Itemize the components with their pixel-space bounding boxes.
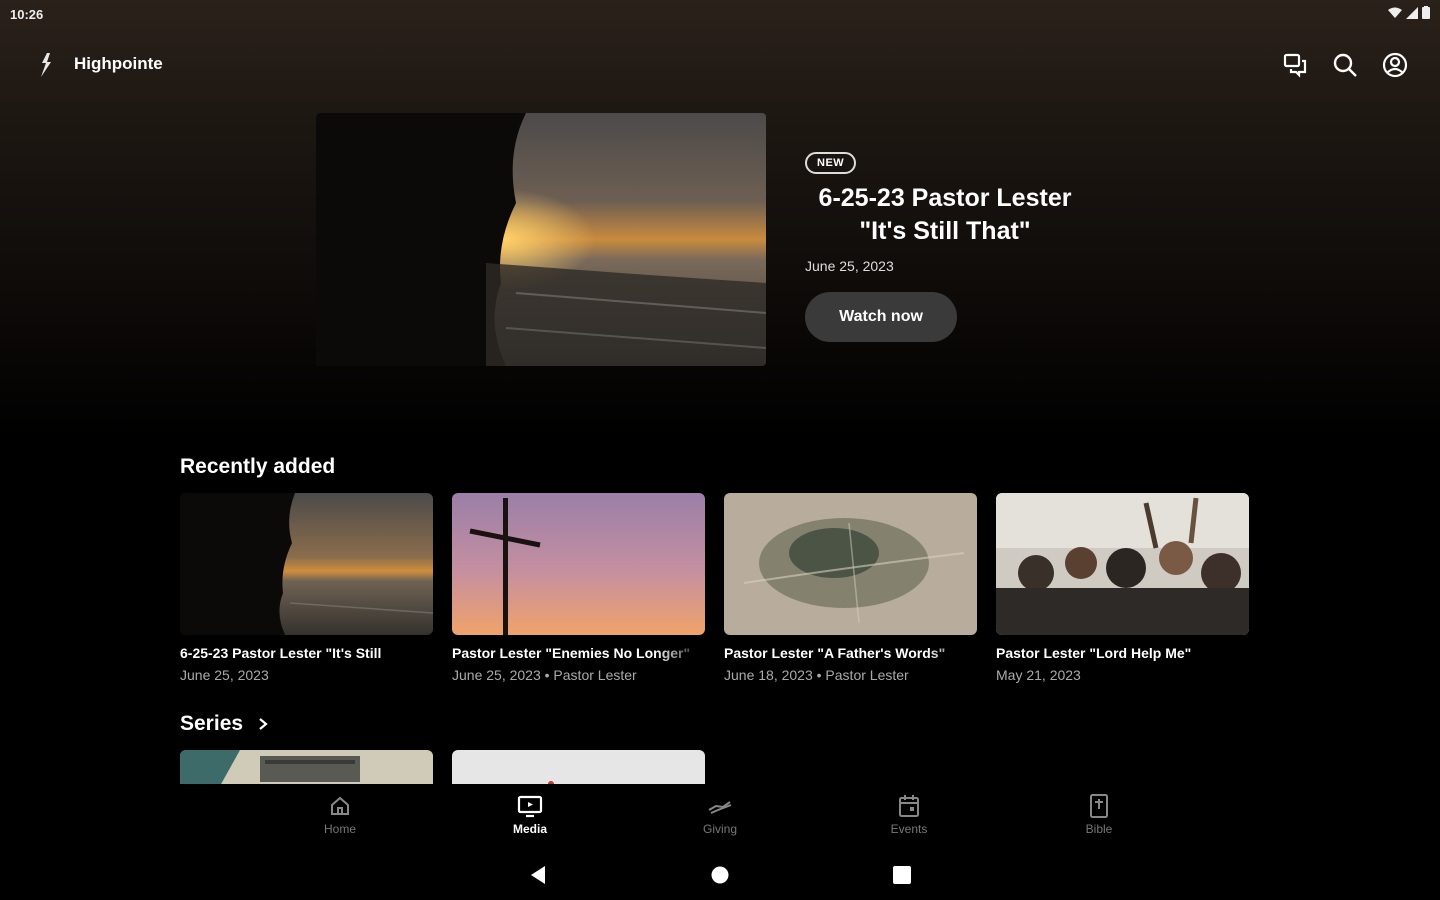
nav-bible[interactable]: Bible	[1059, 792, 1139, 836]
media-card[interactable]: 6-25-23 Pastor Lester "It's Still June 2…	[180, 493, 433, 683]
back-icon[interactable]	[526, 863, 550, 887]
media-thumbnail	[180, 493, 433, 635]
media-title: Pastor Lester "A Father's Words"	[724, 645, 946, 661]
search-icon[interactable]	[1330, 50, 1360, 80]
app-title: Highpointe	[74, 54, 163, 73]
media-subtitle: May 21, 2023	[996, 667, 1081, 683]
series-row	[180, 750, 705, 786]
media-card[interactable]: Pastor Lester "Lord Help Me" May 21, 202…	[996, 493, 1249, 683]
nav-label: Events	[890, 822, 928, 836]
series-title: Series	[180, 712, 244, 735]
recently-added-title: Recently added	[180, 455, 336, 478]
bible-icon	[1090, 794, 1108, 818]
media-thumbnail	[724, 493, 977, 635]
wifi-icon	[1388, 7, 1402, 18]
recents-icon[interactable]	[890, 863, 914, 887]
hero-date: June 25, 2023	[805, 258, 894, 274]
series-card[interactable]	[452, 750, 705, 786]
watch-now-button[interactable]: Watch now	[805, 292, 957, 342]
media-card[interactable]: Pastor Lester "Enemies No Longer" June 2…	[452, 493, 705, 683]
hero-thumbnail[interactable]	[316, 113, 766, 366]
bottom-nav: Home Media Giving Events Bible	[0, 784, 1440, 844]
new-badge: NEW	[805, 152, 857, 174]
nav-events[interactable]: Events	[869, 792, 949, 836]
status-time: 10:26	[10, 7, 44, 22]
app-bar: Highpointe	[0, 40, 1440, 88]
media-title: Pastor Lester "Enemies No Longer"	[452, 645, 691, 661]
series-header[interactable]: Series	[180, 712, 269, 736]
system-nav-bar	[0, 855, 1440, 895]
chat-icon[interactable]	[1280, 50, 1310, 80]
recently-added-row: 6-25-23 Pastor Lester "It's Still June 2…	[180, 493, 1249, 683]
church-logo-icon[interactable]	[36, 52, 56, 78]
home-icon	[331, 796, 349, 815]
nav-label: Giving	[702, 822, 737, 836]
app-screen: 10:26 Highpointe NEW 6-25-23 Pastor Lest…	[0, 0, 1440, 900]
hero-title: 6-25-23 Pastor Lester "It's Still That"	[818, 184, 1072, 245]
home-circle-icon[interactable]	[708, 863, 732, 887]
tv-icon	[517, 795, 543, 818]
media-subtitle: June 25, 2023	[180, 667, 269, 683]
giving-icon	[708, 801, 732, 814]
series-card[interactable]	[180, 750, 433, 786]
media-title: Pastor Lester "Lord Help Me"	[996, 645, 1192, 661]
media-title: 6-25-23 Pastor Lester "It's Still	[180, 645, 382, 661]
account-icon[interactable]	[1380, 50, 1410, 80]
nav-home[interactable]: Home	[300, 792, 380, 836]
nav-label: Media	[512, 822, 547, 836]
app-actions	[1280, 50, 1410, 80]
media-thumbnail	[996, 493, 1249, 635]
battery-icon	[1422, 6, 1430, 19]
media-thumbnail	[452, 493, 705, 635]
media-card[interactable]: Pastor Lester "A Father's Words" June 18…	[724, 493, 977, 683]
hero-info: NEW 6-25-23 Pastor Lester "It's Still Th…	[805, 152, 1105, 342]
media-subtitle: June 18, 2023 • Pastor Lester	[724, 667, 909, 683]
status-bar: 10:26	[0, 0, 1440, 28]
cell-signal-icon	[1406, 6, 1418, 19]
media-subtitle: June 25, 2023 • Pastor Lester	[452, 667, 637, 683]
calendar-icon	[899, 795, 919, 817]
nav-giving[interactable]: Giving	[680, 792, 760, 836]
status-icons	[1388, 6, 1430, 19]
chevron-right-icon	[259, 718, 268, 730]
nav-media[interactable]: Media	[490, 792, 570, 836]
nav-label: Bible	[1085, 822, 1113, 836]
nav-label: Home	[323, 822, 356, 836]
